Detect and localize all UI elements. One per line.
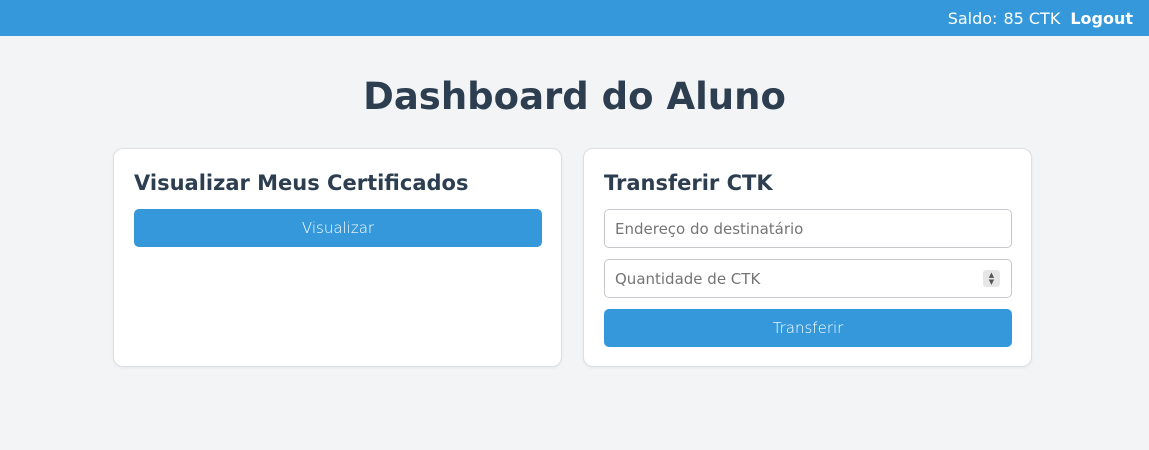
recipient-address-input[interactable] xyxy=(605,210,1011,247)
recipient-address-field xyxy=(604,209,1012,248)
view-certificates-button[interactable]: Visualizar xyxy=(134,209,542,247)
amount-field: ▲ ▼ xyxy=(604,259,1012,298)
certificates-card: Visualizar Meus Certificados Visualizar xyxy=(113,148,562,367)
balance-label: Saldo: xyxy=(947,8,998,28)
balance-display: Saldo: 85 CTK xyxy=(948,9,1061,28)
chevron-down-icon[interactable]: ▼ xyxy=(989,278,994,286)
amount-input[interactable] xyxy=(605,260,1011,297)
transfer-card: Transferir CTK ▲ ▼ Transferir xyxy=(583,148,1032,367)
logout-link[interactable]: Logout xyxy=(1070,9,1133,28)
balance-value: 85 CTK xyxy=(1003,8,1061,28)
number-spinner[interactable]: ▲ ▼ xyxy=(983,270,1000,287)
transfer-card-title: Transferir CTK xyxy=(604,171,773,195)
page-title: Dashboard do Aluno xyxy=(363,75,786,118)
certificates-card-title: Visualizar Meus Certificados xyxy=(134,171,469,195)
transfer-button[interactable]: Transferir xyxy=(604,309,1012,347)
top-bar: Saldo: 85 CTK Logout xyxy=(0,0,1149,36)
